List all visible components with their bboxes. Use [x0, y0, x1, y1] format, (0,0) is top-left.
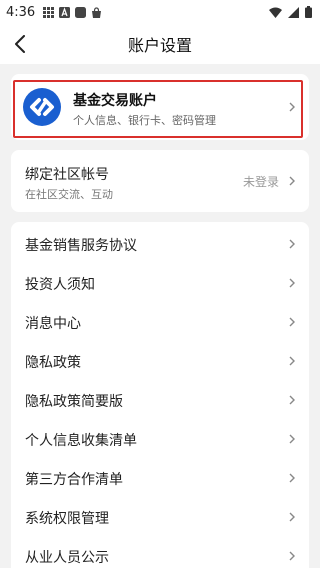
list-item-privacy-summary[interactable]: 隐私政策简要版: [11, 380, 309, 419]
list-item-label: 基金销售服务协议: [25, 238, 137, 254]
fund-account-subtitle: 个人信息、银行卡、密码管理: [73, 114, 216, 127]
list-item-label: 系统权限管理: [25, 511, 109, 527]
list-item-message-center[interactable]: 消息中心: [11, 302, 309, 341]
chevron-right-icon: [289, 434, 295, 444]
back-button[interactable]: [6, 30, 34, 58]
community-title: 绑定社区帐号: [25, 167, 109, 183]
nav-bar: 账户设置: [0, 24, 320, 64]
signal-icon: [288, 6, 299, 18]
community-subtitle: 在社区交流、互动: [25, 188, 113, 201]
battery-icon: [305, 6, 312, 18]
list-item-label: 投资人须知: [25, 277, 95, 293]
list-item-label: 隐私政策: [25, 355, 81, 371]
fund-account-row[interactable]: 基金交易账户 个人信息、银行卡、密码管理: [11, 74, 309, 140]
chevron-right-icon: [289, 551, 295, 561]
list-item-label: 隐私政策简要版: [25, 394, 123, 410]
list-item-privacy-policy[interactable]: 隐私政策: [11, 341, 309, 380]
chevron-right-icon: [289, 512, 295, 522]
list-item-investor-notice[interactable]: 投资人须知: [11, 263, 309, 302]
fund-logo-icon: [23, 88, 61, 126]
wifi-icon: [269, 7, 282, 18]
list-item-staff-disclosure[interactable]: 从业人员公示: [11, 536, 309, 568]
status-icons-right: [269, 6, 312, 18]
list-item-label: 从业人员公示: [25, 550, 109, 566]
square-icon: [75, 6, 87, 18]
fund-account-card[interactable]: 基金交易账户 个人信息、银行卡、密码管理: [11, 74, 309, 140]
settings-list: 基金销售服务协议 投资人须知 消息中心 隐私政策 隐私政策简要版 个人信息收集清…: [11, 222, 309, 568]
chevron-right-icon: [289, 356, 295, 366]
status-time: 4:36: [6, 4, 36, 20]
list-item-permissions[interactable]: 系统权限管理: [11, 497, 309, 536]
bag-icon: [92, 6, 102, 18]
chevron-right-icon: [289, 176, 295, 186]
a-icon: [59, 6, 71, 18]
list-item-third-party[interactable]: 第三方合作清单: [11, 458, 309, 497]
fund-account-title: 基金交易账户: [73, 93, 157, 109]
community-account-card[interactable]: 绑定社区帐号 在社区交流、互动 未登录: [11, 150, 309, 212]
login-status: 未登录: [242, 175, 279, 189]
list-item-label: 消息中心: [25, 316, 81, 332]
chevron-right-icon: [289, 395, 295, 405]
list-item-label: 个人信息收集清单: [25, 433, 137, 449]
chevron-right-icon: [289, 239, 295, 249]
chevron-right-icon: [289, 102, 295, 112]
back-arrow-icon: [15, 35, 25, 53]
list-item-fund-agreement[interactable]: 基金销售服务协议: [11, 224, 309, 263]
page-title: 账户设置: [127, 36, 192, 55]
status-bar: 4:36: [0, 0, 320, 24]
list-item-label: 第三方合作清单: [25, 472, 123, 488]
chevron-right-icon: [289, 473, 295, 483]
chevron-right-icon: [289, 317, 295, 327]
status-icons-left: [43, 6, 102, 18]
grid-icon: [43, 6, 55, 18]
chevron-right-icon: [289, 278, 295, 288]
list-item-personal-info[interactable]: 个人信息收集清单: [11, 419, 309, 458]
